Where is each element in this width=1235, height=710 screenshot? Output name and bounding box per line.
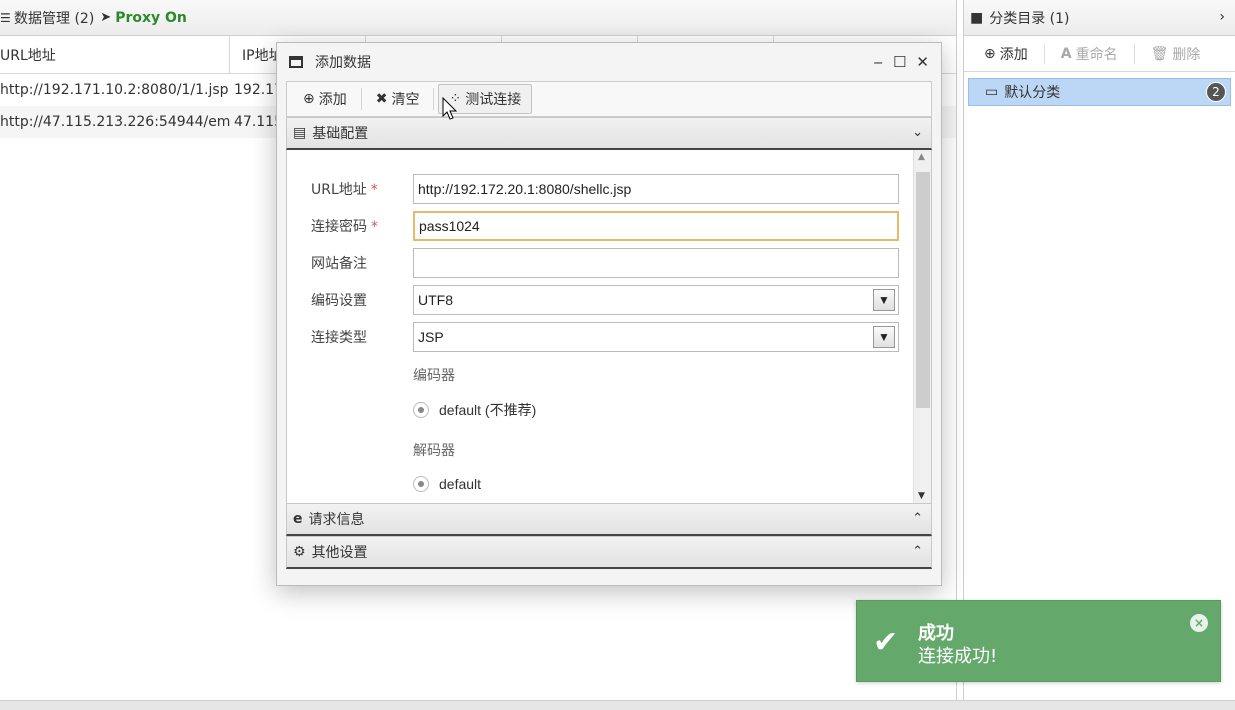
category-panel: ■ 分类目录 (1) › ⊕ 添加 A 重命名 🗑 删除 ▭ 默认分类 2	[963, 0, 1235, 700]
plus-circle-icon: ⊕	[984, 45, 996, 62]
chevron-down-icon[interactable]: ▼	[873, 326, 895, 348]
toolbar-divider	[1133, 43, 1135, 64]
scroll-down-icon[interactable]: ▼	[918, 491, 925, 501]
encoder-label: 编码器	[413, 368, 455, 384]
success-toast: ✔ 成功 连接成功! ×	[856, 600, 1221, 682]
section-basic-label: 基础配置	[312, 126, 369, 142]
clear-button[interactable]: ✖ 清空	[366, 84, 430, 114]
type-row: 连接类型 JSP ▼	[311, 322, 899, 352]
encoder-option-label: default (不推荐)	[439, 402, 537, 418]
count-badge: 2	[1206, 82, 1226, 102]
paper-plane-icon: ➤	[100, 10, 112, 25]
basic-config-form: URL地址 * http://192.172.20.1:8080/shellc.j…	[286, 150, 932, 503]
decoder-option-label: default	[439, 476, 482, 492]
mouse-cursor-icon	[442, 97, 458, 120]
toolbar-divider	[1043, 43, 1045, 64]
password-row: 连接密码 * pass1024	[311, 211, 899, 241]
close-icon[interactable]: ×	[1190, 614, 1208, 632]
encoding-row: 编码设置 UTF8 ▼	[311, 285, 899, 315]
test-connection-label: 测试连接	[465, 92, 522, 108]
clear-button-label: 清空	[391, 92, 420, 108]
section-basic-config[interactable]: ▤ 基础配置 ⌄	[286, 117, 932, 150]
scrollbar-thumb[interactable]	[916, 172, 930, 408]
category-add-button[interactable]: ⊕ 添加	[978, 42, 1034, 66]
toolbar-divider	[360, 88, 362, 110]
chevron-down-icon[interactable]: ▼	[873, 289, 895, 311]
row-url: http://47.115.213.226:54944/emp	[0, 114, 230, 130]
radio-button[interactable]	[413, 476, 429, 492]
proxy-status[interactable]: Proxy On	[115, 10, 187, 26]
maximize-icon[interactable]: ☐	[893, 53, 906, 71]
category-rename-button[interactable]: A 重命名	[1055, 42, 1124, 66]
password-label: 连接密码 *	[311, 219, 378, 235]
dialog-title: 添加数据	[315, 55, 371, 71]
folder-open-icon: ▭	[985, 84, 999, 100]
encoding-label: 编码设置	[311, 293, 367, 309]
category-rename-label: 重命名	[1075, 46, 1118, 63]
folder-icon: ■	[970, 9, 984, 26]
type-label: 连接类型	[311, 330, 367, 346]
gears-icon: ⚙	[293, 544, 306, 560]
note-row: 网站备注	[311, 248, 899, 278]
toast-message: 连接成功!	[918, 646, 998, 667]
encoding-select[interactable]: UTF8 ▼	[413, 285, 899, 315]
status-strip	[0, 700, 1235, 710]
url-row: URL地址 * http://192.172.20.1:8080/shellc.j…	[311, 174, 899, 204]
menu-icon[interactable]: ☰	[0, 11, 11, 25]
password-input[interactable]: pass1024	[413, 211, 899, 241]
note-input[interactable]	[413, 248, 899, 278]
add-data-dialog: 添加数据 ‒ ☐ ✕ ⊕ 添加 ✖ 清空 ⁘ 测试连接 ▤ 基础配置 ⌄ URL…	[276, 42, 942, 586]
toolbar-divider	[433, 88, 435, 110]
scroll-up-icon[interactable]: ▲	[918, 152, 925, 162]
section-other-settings[interactable]: ⚙ 其他设置 ⌃	[286, 536, 932, 569]
chevron-down-icon: ⌄	[912, 125, 923, 140]
dialog-titlebar[interactable]: 添加数据 ‒ ☐ ✕	[277, 43, 941, 81]
times-icon: ✖	[375, 91, 388, 107]
category-add-label: 添加	[999, 46, 1028, 63]
trash-icon: 🗑	[1150, 45, 1169, 62]
category-delete-button[interactable]: 🗑 删除	[1145, 42, 1207, 66]
document-icon: ▤	[293, 125, 307, 141]
edge-icon: e	[293, 511, 303, 527]
section-request-info[interactable]: e 请求信息 ⌃	[286, 503, 932, 536]
column-url[interactable]: URL地址	[0, 35, 230, 74]
type-value: JSP	[418, 329, 444, 345]
encoding-value: UTF8	[418, 292, 453, 308]
font-icon: A	[1060, 45, 1072, 62]
tree-item-label: 默认分类	[1004, 85, 1061, 101]
close-icon[interactable]: ✕	[916, 53, 929, 71]
decoder-option[interactable]: default	[413, 476, 481, 492]
tree-item-default[interactable]: ▭ 默认分类 2	[968, 78, 1231, 106]
section-request-label: 请求信息	[308, 512, 365, 528]
chevron-up-icon: ⌃	[912, 511, 923, 526]
window-icon	[289, 56, 303, 68]
plus-circle-icon: ⊕	[303, 91, 315, 107]
category-toolbar: ⊕ 添加 A 重命名 🗑 删除	[964, 36, 1235, 72]
window-controls: ‒ ☐ ✕	[873, 53, 929, 71]
data-manager-header: ☰ 数据管理 (2) ➤ Proxy On	[0, 0, 956, 36]
dialog-toolbar: ⊕ 添加 ✖ 清空 ⁘ 测试连接	[286, 81, 932, 117]
data-manager-title: 数据管理 (2)	[14, 10, 95, 27]
category-delete-label: 删除	[1172, 46, 1201, 63]
decoder-label: 解码器	[413, 443, 455, 459]
radio-button[interactable]	[413, 402, 429, 418]
url-label: URL地址 *	[311, 182, 378, 198]
section-other-label: 其他设置	[311, 545, 368, 561]
category-title: 分类目录 (1)	[989, 10, 1070, 27]
encoder-option[interactable]: default (不推荐)	[413, 400, 536, 420]
form-scrollbar[interactable]: ▲ ▼	[913, 150, 931, 503]
row-url: http://192.171.10.2:8080/1/1.jsp	[0, 82, 229, 98]
add-button[interactable]: ⊕ 添加	[293, 84, 357, 114]
add-button-label: 添加	[318, 92, 347, 108]
category-header: ■ 分类目录 (1) ›	[964, 0, 1235, 36]
chevron-up-icon: ⌃	[912, 544, 923, 559]
type-select[interactable]: JSP ▼	[413, 322, 899, 352]
url-input[interactable]: http://192.172.20.1:8080/shellc.jsp	[413, 174, 899, 204]
chevron-right-icon[interactable]: ›	[1219, 9, 1225, 25]
minimize-icon[interactable]: ‒	[873, 53, 883, 71]
note-label: 网站备注	[311, 256, 367, 272]
check-icon: ✔	[873, 625, 899, 660]
